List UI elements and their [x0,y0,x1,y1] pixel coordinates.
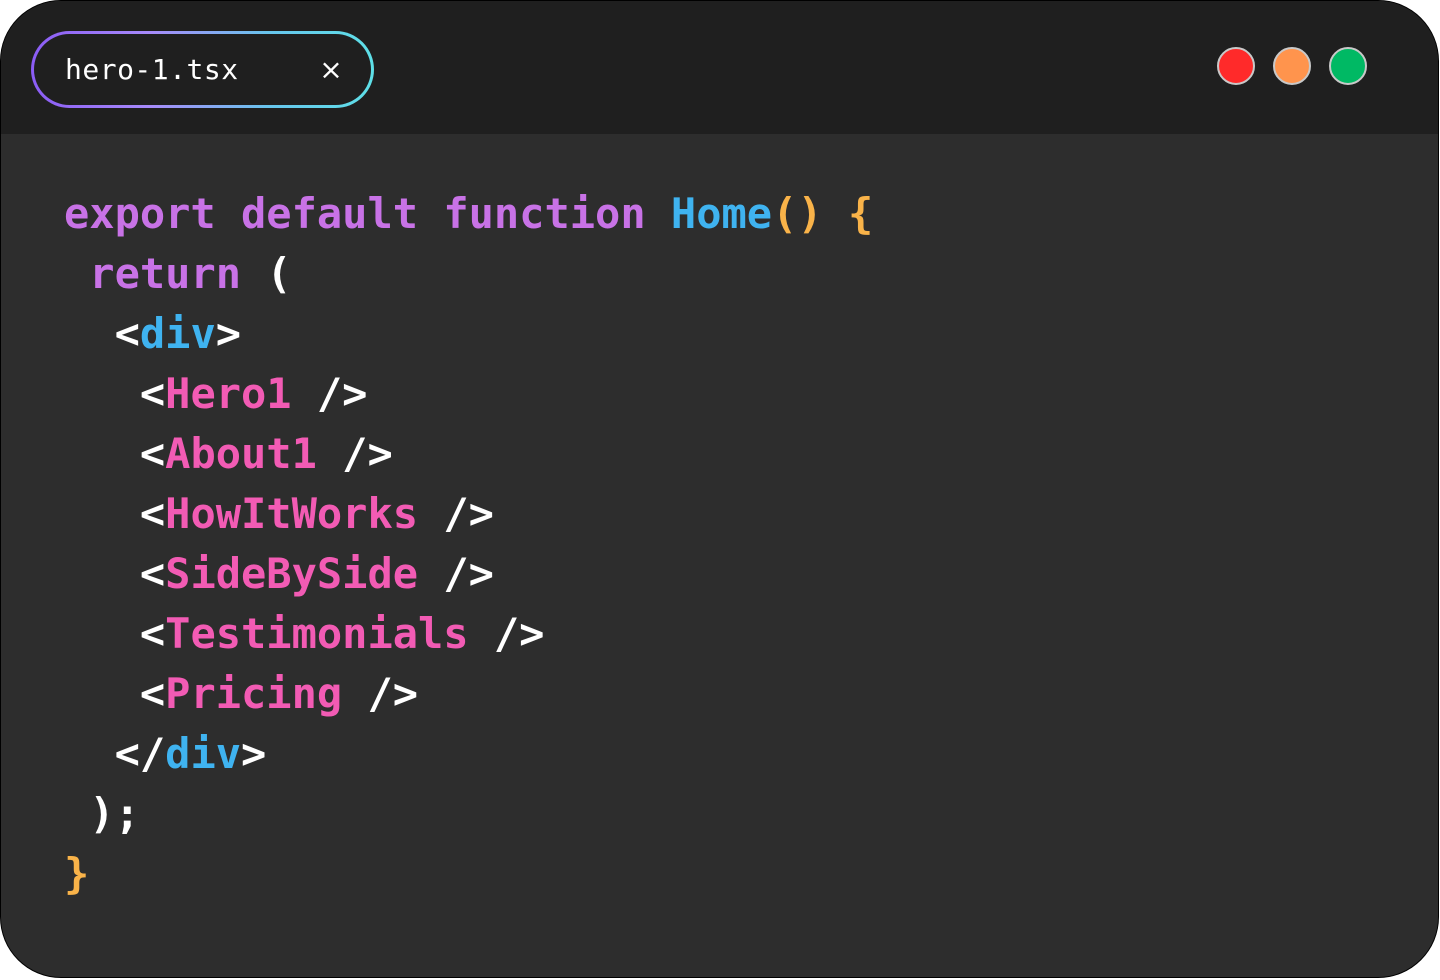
code-line-2: return ( [64,244,873,304]
component-howitworks: HowItWorks [165,489,419,538]
close-icon[interactable]: × [316,34,346,105]
component-pricing: Pricing [165,669,343,718]
file-tab-label: hero-1.tsx [65,53,239,86]
code-line-component: <HowItWorks /> [64,484,873,544]
component-bracket: < [139,549,166,598]
code-line-component: <Hero1 /> [64,364,873,424]
close-window-button[interactable] [1217,47,1255,85]
component-bracket: < [139,369,166,418]
component-hero1: Hero1 [165,369,292,418]
self-close: /> [468,609,545,658]
self-close: /> [342,669,419,718]
div-tag-open: div [139,309,216,358]
component-bracket: < [139,429,166,478]
self-close: /> [291,369,368,418]
open-brace: { [847,189,874,238]
close-brace: } [64,849,90,898]
close-paren-semicolon: ); [89,789,140,838]
code-window: hero-1.tsx × export default function Hom… [1,1,1438,977]
code-line-component: <Testimonials /> [64,604,873,664]
code-line-component: <SideBySide /> [64,544,873,604]
tag-close-bracket: > [241,729,267,778]
self-close: /> [418,489,494,538]
function-parens: () [772,189,823,238]
function-name: Home [670,189,773,238]
code-line-component: <About1 /> [64,424,873,484]
code-line-10: </div> [64,724,873,784]
self-close: /> [418,549,494,598]
code-editor[interactable]: export default function Home() { return … [64,184,873,904]
component-sidebyside: SideBySide [165,549,419,598]
component-about1: About1 [165,429,317,478]
self-close: /> [316,429,393,478]
div-tag-close: div [165,729,242,778]
file-tab-inner: hero-1.tsx × [34,34,371,105]
code-line-1: export default function Home() { [64,184,873,244]
component-bracket: < [139,669,166,718]
code-line-3: <div> [64,304,873,364]
keyword-export: export [64,189,216,238]
tag-close-bracket: > [215,309,242,358]
window-controls [1217,47,1367,85]
closing-tag-bracket: </ [114,729,166,778]
keyword-return: return [89,249,242,298]
open-paren: ( [266,249,292,298]
component-bracket: < [139,609,166,658]
keyword-default: default [241,189,419,238]
code-line-component: <Pricing /> [64,664,873,724]
code-line-12: } [64,844,873,904]
file-tab[interactable]: hero-1.tsx × [31,31,374,108]
title-bar: hero-1.tsx × [1,1,1438,134]
minimize-window-button[interactable] [1273,47,1311,85]
component-testimonials: Testimonials [165,609,469,658]
keyword-function: function [443,189,646,238]
code-line-11: ); [64,784,873,844]
tag-open-bracket: < [114,309,140,358]
component-bracket: < [139,489,166,538]
maximize-window-button[interactable] [1329,47,1367,85]
